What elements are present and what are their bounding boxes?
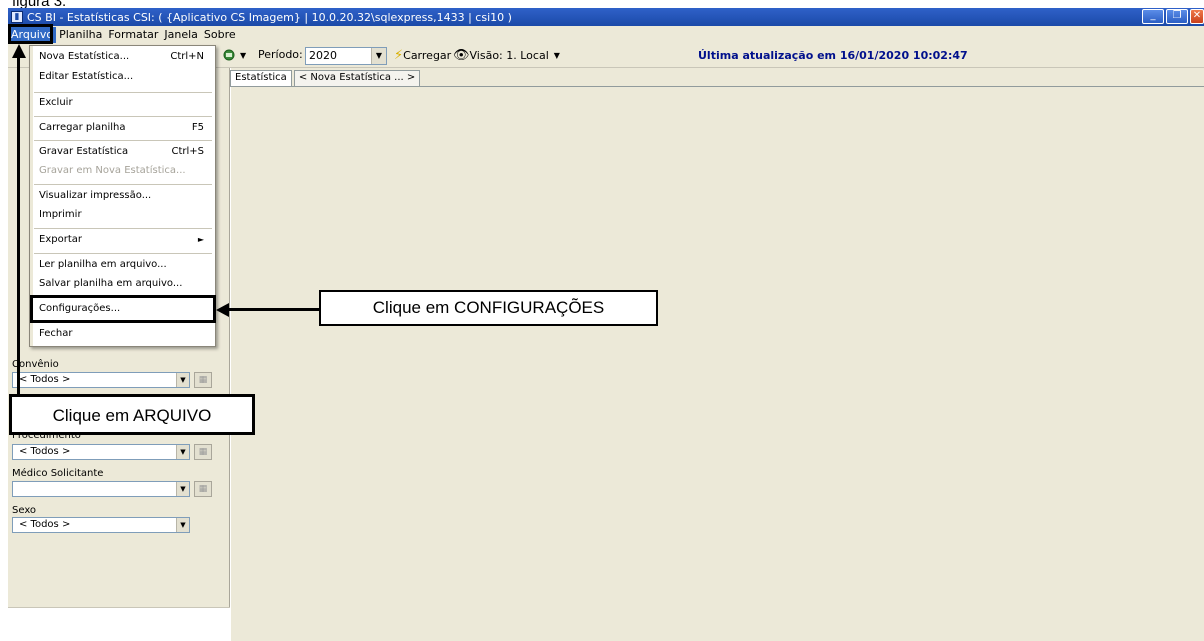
chevron-down-icon: ▼ — [371, 48, 386, 64]
menu-separator — [34, 140, 212, 141]
eye-icon: 👁 — [453, 48, 470, 63]
sexo-value: < Todos > — [19, 519, 71, 530]
medico-select[interactable]: ▼ — [12, 481, 190, 497]
chevron-down-icon: ▼ — [240, 50, 247, 60]
sexo-label: Sexo — [12, 505, 37, 516]
app-icon: ▮ — [11, 11, 23, 23]
menu-item-label: Gravar Estatística — [39, 146, 129, 157]
procedimento-list-button[interactable]: ▦ — [194, 444, 212, 460]
configuracoes-callout: Clique em CONFIGURAÇÕES — [319, 290, 658, 326]
menu-item-visualizar-impressao[interactable]: Visualizar impressão... — [31, 186, 214, 206]
window-title: CS BI - Estatísticas CSI: ( {Aplicativo … — [27, 10, 512, 24]
arrow-up-icon — [12, 44, 26, 58]
minimize-button[interactable]: _ — [1142, 9, 1164, 24]
menu-item-salvar-planilha[interactable]: Salvar planilha em arquivo... — [31, 274, 214, 294]
sexo-select[interactable]: < Todos > ▼ — [12, 517, 190, 533]
arquivo-highlight-box — [8, 24, 53, 44]
periodo-value: 2020 — [309, 49, 337, 62]
panel-footer — [8, 607, 230, 641]
procedimento-value: < Todos > — [19, 446, 71, 457]
chevron-down-icon: ▼ — [176, 445, 189, 459]
filter-toolbar-button[interactable]: ▼ — [222, 48, 246, 62]
window-titlebar: ▮ CS BI - Estatísticas CSI: ( {Aplicativ… — [8, 8, 1204, 26]
menu-item-excluir[interactable]: Excluir — [31, 93, 214, 113]
menu-planilha[interactable]: Planilha — [56, 27, 105, 43]
menu-item-label: Nova Estatística... — [39, 51, 130, 62]
menu-separator — [34, 228, 212, 229]
visao-label: Visão: 1. Local — [469, 49, 549, 62]
menu-item-label: Fechar — [39, 328, 73, 339]
menu-separator — [34, 253, 212, 254]
menu-item-shortcut: F5 — [191, 122, 204, 133]
menu-item-label: Salvar planilha em arquivo... — [39, 278, 183, 289]
chevron-down-icon: ▼ — [176, 518, 189, 532]
menubar: Arquivo Planilha Formatar Janela Sobre — [8, 26, 1204, 44]
menu-item-editar-estatistica[interactable]: Editar Estatística... — [31, 67, 214, 87]
chevron-down-icon: ▼ — [553, 51, 560, 60]
menu-item-label: Imprimir — [39, 209, 82, 220]
menu-item-exportar[interactable]: Exportar ► — [31, 230, 214, 250]
menu-separator — [34, 116, 212, 117]
configuracoes-arrow-line — [226, 308, 319, 311]
tab-strip: Estatística < Nova Estatística ... > — [230, 70, 422, 86]
tab-nova-estatistica[interactable]: < Nova Estatística ... > — [293, 70, 421, 86]
menu-item-label: Carregar planilha — [39, 122, 126, 133]
submenu-arrow-icon: ► — [197, 235, 204, 244]
menu-item-label: Ler planilha em arquivo... — [39, 259, 167, 270]
menu-formatar[interactable]: Formatar — [105, 27, 161, 43]
medico-list-button[interactable]: ▦ — [194, 481, 212, 497]
funnel-icon — [223, 49, 235, 61]
arrow-left-icon — [216, 303, 229, 317]
menu-item-shortcut: Ctrl+S — [171, 146, 204, 157]
menu-item-label: Exportar — [39, 234, 82, 245]
chevron-down-icon: ▼ — [176, 482, 189, 496]
carregar-label: Carregar — [403, 49, 452, 62]
convenio-list-button[interactable]: ▦ — [194, 372, 212, 388]
last-update-text: Última atualização em 16/01/2020 10:02:4… — [698, 49, 968, 62]
menu-item-gravar-nova-estatistica: Gravar em Nova Estatística... — [31, 161, 214, 181]
medico-label: Médico Solicitante — [12, 468, 104, 479]
menu-item-nova-estatistica[interactable]: Nova Estatística... Ctrl+N — [31, 47, 214, 67]
menu-janela[interactable]: Janela — [161, 27, 201, 43]
workspace — [231, 68, 1204, 641]
arquivo-arrow-line — [17, 55, 20, 395]
menu-item-label: Editar Estatística... — [39, 71, 134, 82]
arquivo-callout: Clique em ARQUIVO — [9, 394, 255, 435]
configuracoes-highlight-box — [30, 295, 216, 323]
periodo-select[interactable]: 2020 ▼ — [305, 47, 387, 65]
menu-item-gravar-estatistica[interactable]: Gravar Estatística Ctrl+S — [31, 142, 214, 162]
menu-item-label: Gravar em Nova Estatística... — [39, 165, 186, 176]
window-controls: _ ❐ ✕ — [1142, 9, 1204, 24]
chevron-down-icon: ▼ — [176, 373, 189, 387]
menu-item-imprimir[interactable]: Imprimir — [31, 205, 214, 225]
carregar-button[interactable]: ⚡ Carregar — [394, 48, 451, 63]
periodo-label: Período: — [258, 48, 303, 61]
menu-item-fechar[interactable]: Fechar — [31, 324, 214, 344]
convenio-value: < Todos > — [19, 374, 71, 385]
visao-button[interactable]: 👁 Visão: 1. Local ▼ — [453, 48, 560, 63]
menu-item-ler-planilha[interactable]: Ler planilha em arquivo... — [31, 255, 214, 275]
close-button[interactable]: ✕ — [1190, 9, 1204, 24]
menu-item-shortcut: Ctrl+N — [170, 51, 204, 62]
menu-item-carregar-planilha[interactable]: Carregar planilha F5 — [31, 118, 214, 138]
tab-estatistica[interactable]: Estatística — [230, 70, 292, 86]
restore-button[interactable]: ❐ — [1166, 9, 1188, 24]
menu-item-label: Visualizar impressão... — [39, 190, 152, 201]
menu-separator — [34, 184, 212, 185]
convenio-select[interactable]: < Todos > ▼ — [12, 372, 190, 388]
lightning-icon: ⚡ — [394, 48, 404, 63]
tab-divider — [230, 86, 1204, 87]
menu-sobre[interactable]: Sobre — [201, 27, 239, 43]
menu-item-label: Excluir — [39, 97, 73, 108]
procedimento-select[interactable]: < Todos > ▼ — [12, 444, 190, 460]
